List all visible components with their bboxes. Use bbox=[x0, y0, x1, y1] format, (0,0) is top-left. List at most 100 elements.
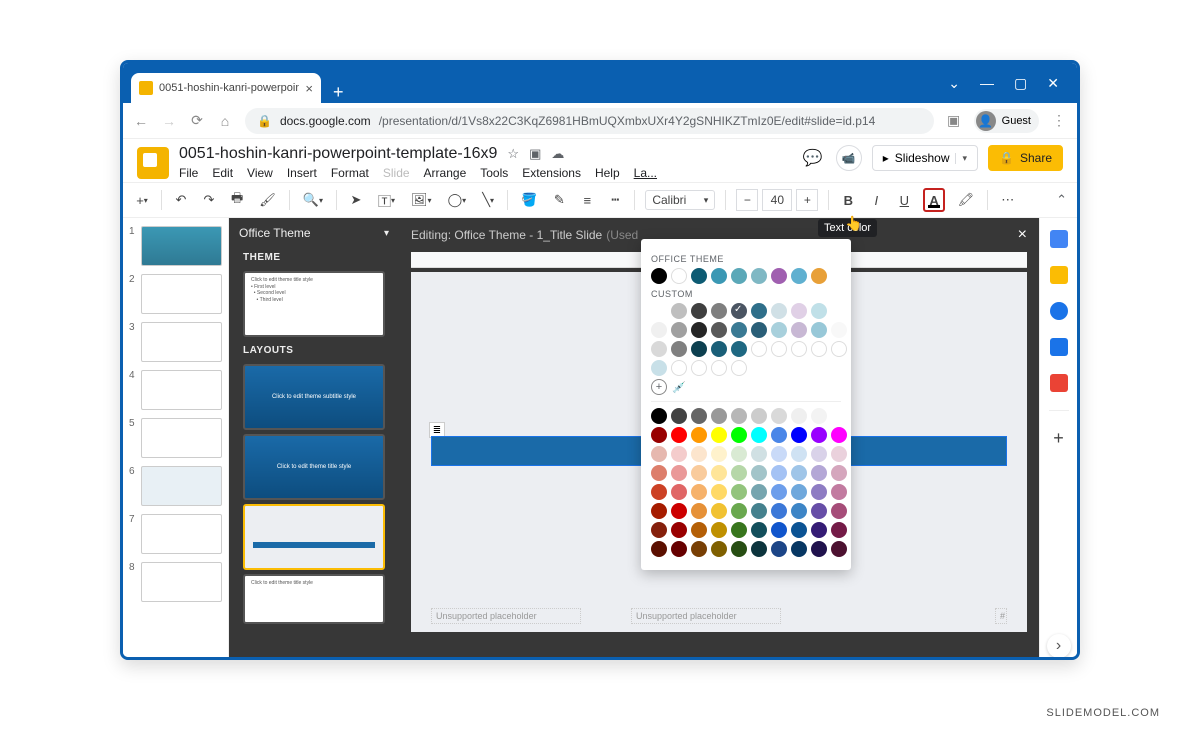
layout-thumb[interactable]: Click to edit theme title style bbox=[243, 574, 385, 624]
color-swatch[interactable] bbox=[831, 522, 847, 538]
tasks-icon[interactable] bbox=[1050, 302, 1068, 320]
color-swatch[interactable] bbox=[811, 541, 827, 557]
color-swatch[interactable] bbox=[671, 541, 687, 557]
menu-tools[interactable]: Tools bbox=[480, 166, 508, 180]
zoom-button[interactable]: 🔍▾ bbox=[300, 188, 326, 212]
color-swatch[interactable] bbox=[751, 503, 767, 519]
color-swatch[interactable] bbox=[791, 465, 807, 481]
print-icon[interactable]: 🖶 bbox=[228, 188, 246, 212]
color-swatch[interactable] bbox=[751, 408, 767, 424]
color-swatch[interactable] bbox=[711, 541, 727, 557]
color-swatch[interactable] bbox=[791, 303, 807, 319]
slide-thumb[interactable]: 4 bbox=[123, 368, 228, 416]
color-swatch[interactable] bbox=[771, 541, 787, 557]
border-weight-icon[interactable]: ≡ bbox=[578, 188, 596, 212]
color-swatch[interactable] bbox=[711, 408, 727, 424]
move-icon[interactable]: ▣ bbox=[529, 146, 541, 162]
color-swatch[interactable] bbox=[691, 360, 707, 376]
color-swatch[interactable] bbox=[671, 408, 687, 424]
color-swatch[interactable] bbox=[831, 541, 847, 557]
line-icon[interactable]: ╲▾ bbox=[479, 188, 497, 212]
menu-insert[interactable]: Insert bbox=[287, 166, 317, 180]
color-swatch[interactable] bbox=[731, 268, 747, 284]
color-swatch[interactable] bbox=[771, 408, 787, 424]
color-swatch[interactable] bbox=[691, 522, 707, 538]
doc-title[interactable]: 0051-hoshin-kanri-powerpoint-template-16… bbox=[179, 145, 497, 163]
nav-reload-icon[interactable]: ⟳ bbox=[189, 112, 205, 129]
color-swatch[interactable] bbox=[711, 322, 727, 338]
addons-plus-icon[interactable]: + bbox=[1050, 429, 1068, 447]
color-swatch[interactable] bbox=[751, 465, 767, 481]
font-size-increase[interactable]: + bbox=[796, 189, 818, 211]
fill-color-icon[interactable]: 🪣 bbox=[518, 188, 540, 212]
color-swatch[interactable] bbox=[751, 427, 767, 443]
nav-back-icon[interactable]: ← bbox=[133, 113, 149, 129]
color-swatch[interactable] bbox=[831, 341, 847, 357]
color-swatch[interactable] bbox=[711, 522, 727, 538]
font-size-decrease[interactable]: − bbox=[736, 189, 758, 211]
slide-thumb[interactable]: 2 bbox=[123, 272, 228, 320]
new-tab-button[interactable]: + bbox=[321, 82, 356, 103]
color-swatch[interactable] bbox=[751, 522, 767, 538]
font-size-value[interactable]: 40 bbox=[762, 189, 792, 211]
redo-icon[interactable]: ↷ bbox=[200, 188, 218, 212]
slideshow-button[interactable]: ▸ Slideshow ▾ bbox=[872, 145, 978, 171]
color-swatch[interactable] bbox=[691, 503, 707, 519]
color-swatch[interactable] bbox=[711, 446, 727, 462]
color-swatch[interactable] bbox=[831, 408, 847, 424]
color-swatch[interactable] bbox=[691, 427, 707, 443]
color-swatch[interactable] bbox=[771, 427, 787, 443]
color-swatch[interactable] bbox=[771, 303, 787, 319]
color-swatch[interactable] bbox=[791, 446, 807, 462]
color-swatch[interactable] bbox=[711, 303, 727, 319]
new-slide-button[interactable]: +▾ bbox=[133, 188, 151, 212]
maps-icon[interactable] bbox=[1050, 374, 1068, 392]
color-swatch[interactable] bbox=[651, 303, 667, 319]
color-swatch[interactable] bbox=[731, 484, 747, 500]
color-swatch[interactable] bbox=[751, 446, 767, 462]
color-swatch[interactable] bbox=[791, 522, 807, 538]
color-swatch[interactable] bbox=[651, 465, 667, 481]
slide-thumb[interactable]: 7 bbox=[123, 512, 228, 560]
color-swatch[interactable] bbox=[731, 446, 747, 462]
color-swatch[interactable] bbox=[791, 541, 807, 557]
color-swatch[interactable] bbox=[751, 484, 767, 500]
textbox-icon[interactable]: 🅃▾ bbox=[375, 188, 398, 212]
color-swatch[interactable] bbox=[811, 408, 827, 424]
color-swatch[interactable] bbox=[671, 341, 687, 357]
color-swatch[interactable] bbox=[811, 522, 827, 538]
star-icon[interactable]: ☆ bbox=[507, 146, 519, 162]
color-swatch[interactable] bbox=[671, 303, 687, 319]
border-dash-icon[interactable]: ┅ bbox=[606, 188, 624, 212]
color-swatch[interactable] bbox=[831, 427, 847, 443]
color-swatch[interactable] bbox=[711, 465, 727, 481]
color-swatch[interactable] bbox=[831, 503, 847, 519]
meet-button[interactable]: 📹 bbox=[836, 145, 862, 171]
color-swatch[interactable] bbox=[811, 341, 827, 357]
color-swatch[interactable] bbox=[651, 322, 667, 338]
unsupported-placeholder[interactable]: Unsupported placeholder bbox=[631, 608, 781, 624]
color-swatch[interactable] bbox=[771, 341, 787, 357]
color-swatch[interactable] bbox=[671, 446, 687, 462]
color-swatch[interactable] bbox=[711, 484, 727, 500]
menu-view[interactable]: View bbox=[247, 166, 273, 180]
color-swatch[interactable] bbox=[671, 427, 687, 443]
layout-thumb[interactable]: Click to edit theme subtitle style bbox=[243, 364, 385, 430]
browser-menu-icon[interactable]: ⋮ bbox=[1051, 112, 1067, 129]
color-swatch[interactable] bbox=[651, 522, 667, 538]
color-swatch[interactable] bbox=[731, 503, 747, 519]
page-number-placeholder[interactable]: # bbox=[995, 608, 1007, 624]
menu-format[interactable]: Format bbox=[331, 166, 369, 180]
color-swatch[interactable] bbox=[711, 360, 727, 376]
color-swatch[interactable] bbox=[811, 484, 827, 500]
text-color-button[interactable]: A bbox=[923, 188, 944, 212]
contacts-icon[interactable] bbox=[1050, 338, 1068, 356]
color-swatch[interactable] bbox=[731, 360, 747, 376]
color-swatch[interactable] bbox=[651, 360, 667, 376]
color-swatch[interactable] bbox=[811, 303, 827, 319]
color-swatch[interactable] bbox=[731, 303, 747, 319]
color-swatch[interactable] bbox=[731, 341, 747, 357]
color-swatch[interactable] bbox=[651, 541, 667, 557]
color-swatch[interactable] bbox=[811, 465, 827, 481]
color-swatch[interactable] bbox=[831, 484, 847, 500]
